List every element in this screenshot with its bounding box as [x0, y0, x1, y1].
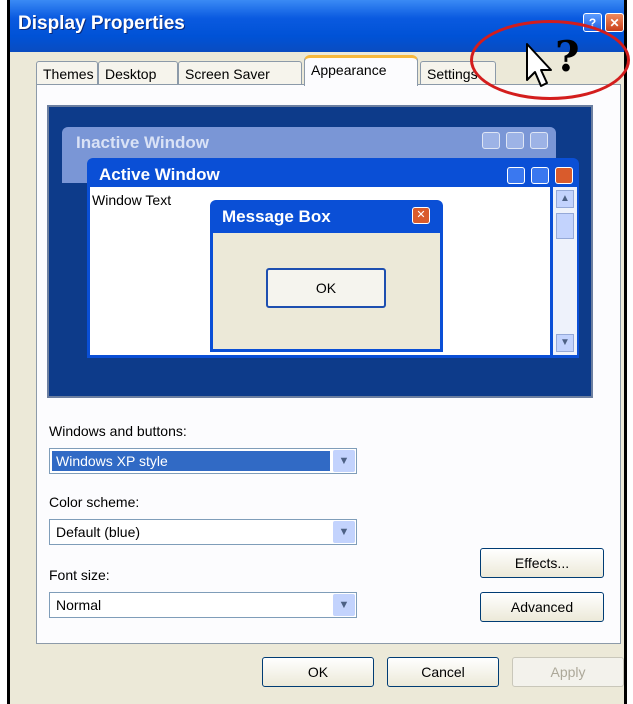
tab-screen-saver[interactable]: Screen Saver [178, 61, 302, 85]
advanced-button[interactable]: Advanced [480, 592, 604, 622]
scroll-thumb [556, 213, 574, 239]
close-icon: ✕ [412, 207, 430, 224]
effects-button[interactable]: Effects... [480, 548, 604, 578]
message-box-ok-button: OK [266, 268, 386, 308]
chevron-down-icon[interactable]: ▼ [333, 594, 355, 616]
color-scheme-label: Color scheme: [49, 494, 140, 510]
color-scheme-select[interactable]: Default (blue) ▼ [49, 519, 357, 545]
color-scheme-value: Default (blue) [56, 524, 141, 540]
ok-button[interactable]: OK [262, 657, 374, 687]
apply-button[interactable]: Apply [512, 657, 624, 687]
cancel-button[interactable]: Cancel [387, 657, 499, 687]
minimize-icon [482, 132, 500, 149]
window-text: Window Text [92, 192, 172, 208]
maximize-icon [506, 132, 524, 149]
tab-themes[interactable]: Themes [36, 61, 98, 85]
windows-buttons-label: Windows and buttons: [49, 423, 187, 439]
inactive-window-title: Inactive Window [76, 133, 210, 152]
font-size-select[interactable]: Normal ▼ [49, 592, 357, 618]
message-box-title: Message Box [222, 207, 331, 226]
scroll-up-icon: ▲ [556, 190, 574, 208]
chevron-down-icon[interactable]: ▼ [333, 521, 355, 543]
close-button[interactable]: ✕ [605, 13, 624, 32]
font-size-label: Font size: [49, 567, 110, 583]
question-mark-icon: ? [555, 32, 580, 81]
active-window-title: Active Window [99, 165, 220, 184]
close-icon [530, 132, 548, 149]
chevron-down-icon[interactable]: ▼ [333, 450, 355, 472]
tab-desktop[interactable]: Desktop [98, 61, 178, 85]
close-icon [555, 167, 573, 184]
tab-appearance[interactable]: Appearance [304, 55, 418, 86]
windows-buttons-value: Windows XP style [52, 451, 330, 471]
windows-buttons-select[interactable]: Windows XP style ▼ [49, 448, 357, 474]
help-cursor-icon [526, 43, 552, 87]
font-size-value: Normal [56, 597, 102, 613]
scroll-down-icon: ▼ [556, 334, 574, 352]
minimize-icon [507, 167, 525, 184]
maximize-icon [531, 167, 549, 184]
window-title: Display Properties [18, 13, 185, 34]
